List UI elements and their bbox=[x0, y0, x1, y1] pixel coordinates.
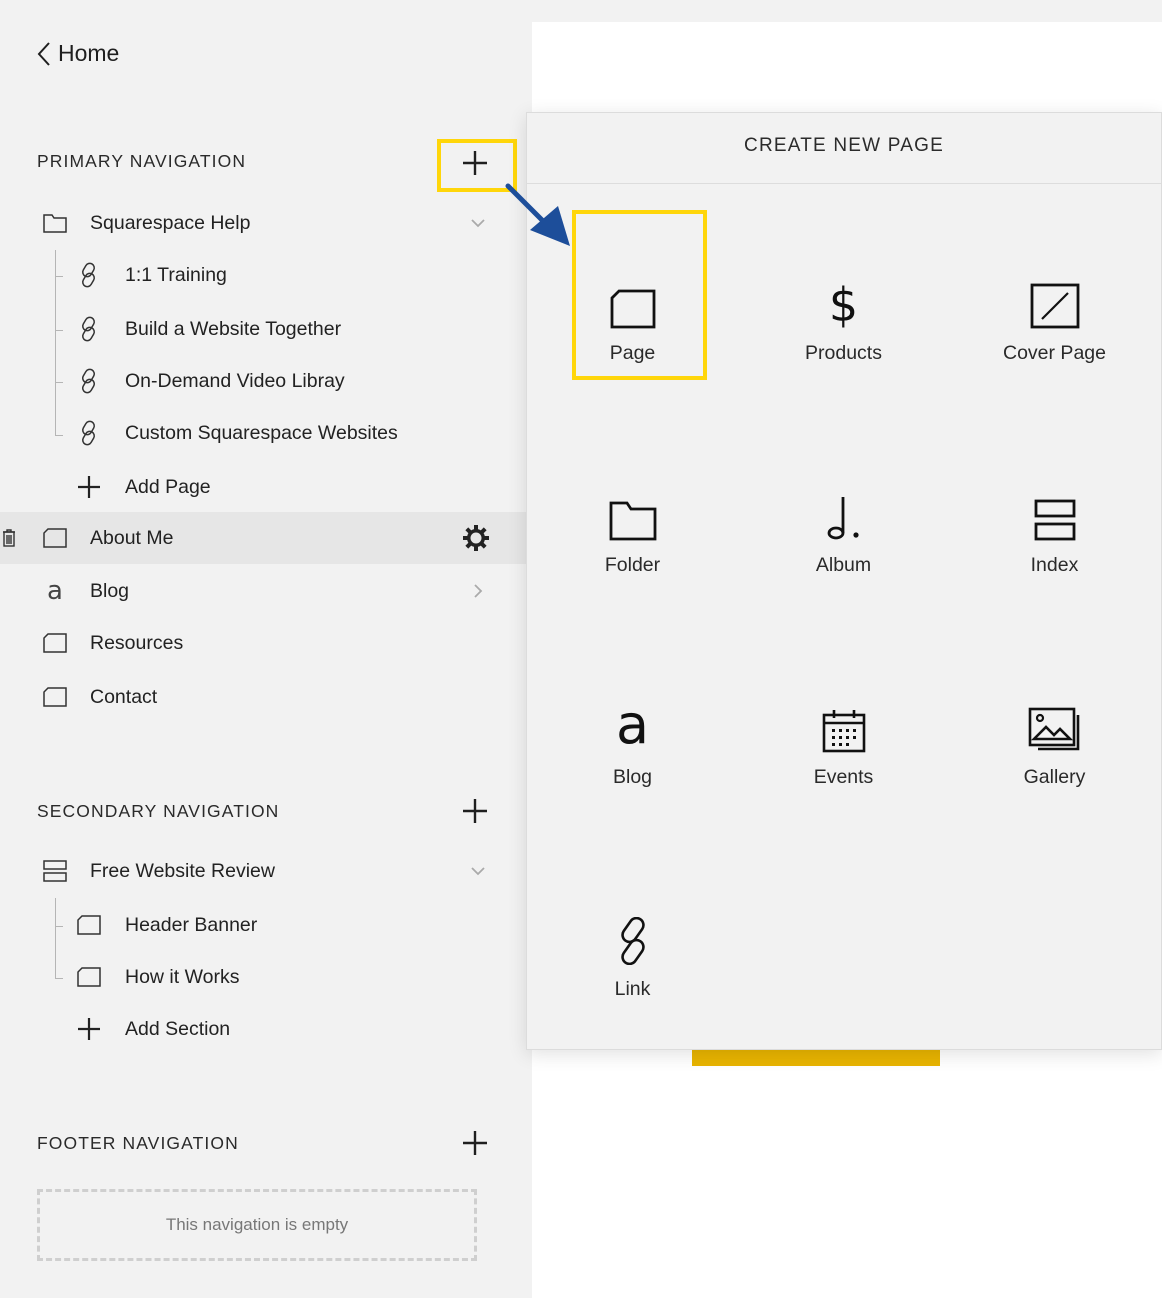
plus-icon bbox=[463, 1131, 487, 1155]
nav-item-label: Contact bbox=[90, 685, 158, 708]
option-label: Folder bbox=[604, 554, 661, 576]
add-section-button[interactable]: Add Section bbox=[0, 1003, 526, 1055]
page-icon bbox=[76, 964, 102, 990]
nav-item-index[interactable]: Free Website Review bbox=[0, 845, 526, 897]
option-label: Link bbox=[614, 978, 651, 1000]
option-label: Blog bbox=[612, 766, 653, 788]
create-link-option[interactable]: Link bbox=[527, 845, 738, 1057]
nav-item-label: Build a Website Together bbox=[125, 317, 342, 340]
nav-item-page[interactable]: Resources bbox=[0, 617, 526, 669]
music-note-icon bbox=[738, 421, 949, 541]
annotation-arrow-icon bbox=[505, 183, 570, 246]
nav-item-section[interactable]: How it Works bbox=[0, 951, 526, 1003]
page-option-highlight-box bbox=[572, 210, 707, 380]
add-page-label: Add Page bbox=[125, 475, 211, 498]
option-label: Album bbox=[815, 554, 872, 576]
create-album-option[interactable]: Album bbox=[738, 421, 949, 633]
nav-item-section[interactable]: Header Banner bbox=[0, 899, 526, 951]
nav-item-link[interactable]: On-Demand Video Libray bbox=[0, 355, 526, 407]
page-icon bbox=[76, 912, 102, 938]
link-icon bbox=[76, 262, 102, 288]
nav-item-label: Free Website Review bbox=[90, 859, 275, 882]
nav-item-page[interactable]: Contact bbox=[0, 671, 526, 723]
nav-item-label: About Me bbox=[90, 526, 174, 549]
secondary-navigation-title: SECONDARY NAVIGATION bbox=[37, 801, 280, 821]
link-icon bbox=[76, 316, 102, 342]
add-secondary-page-button[interactable] bbox=[459, 795, 491, 827]
pages-sidebar: Home PRIMARY NAVIGATION Squarespace Help… bbox=[0, 0, 532, 1298]
option-label: Cover Page bbox=[1003, 342, 1106, 364]
page-icon bbox=[42, 525, 68, 551]
panel-title: CREATE NEW PAGE bbox=[744, 135, 944, 156]
dollar-icon: $ bbox=[828, 278, 859, 332]
nav-item-blog[interactable]: a Blog bbox=[0, 565, 526, 617]
nav-item-folder[interactable]: Squarespace Help bbox=[0, 197, 526, 249]
option-label: Products bbox=[805, 342, 882, 364]
nav-item-link[interactable]: Build a Website Together bbox=[0, 303, 526, 355]
plus-icon bbox=[76, 1016, 102, 1042]
blog-icon: a bbox=[47, 576, 63, 606]
chevron-right-icon[interactable] bbox=[470, 583, 486, 599]
back-home-link[interactable]: Home bbox=[36, 40, 119, 67]
index-icon bbox=[949, 421, 1160, 541]
chevron-down-icon[interactable] bbox=[470, 863, 486, 879]
panel-divider bbox=[527, 183, 1161, 184]
nav-item-label: On-Demand Video Libray bbox=[125, 369, 345, 392]
back-home-label: Home bbox=[58, 40, 120, 66]
nav-item-label: Squarespace Help bbox=[90, 211, 251, 234]
add-page-button[interactable]: Add Page bbox=[0, 461, 526, 513]
empty-navigation-text: This navigation is empty bbox=[165, 1215, 349, 1234]
add-section-label: Add Section bbox=[125, 1017, 231, 1040]
gear-icon[interactable] bbox=[463, 525, 489, 551]
create-index-option[interactable]: Index bbox=[949, 421, 1160, 633]
link-icon bbox=[527, 845, 738, 965]
blog-icon: a bbox=[615, 693, 650, 756]
primary-navigation-title: PRIMARY NAVIGATION bbox=[37, 151, 247, 171]
link-icon bbox=[76, 420, 102, 446]
calendar-icon bbox=[738, 633, 949, 753]
footer-navigation-title: FOOTER NAVIGATION bbox=[37, 1133, 239, 1153]
nav-item-link[interactable]: 1:1 Training bbox=[0, 249, 526, 301]
add-footer-page-button[interactable] bbox=[459, 1127, 491, 1159]
cover-page-icon bbox=[949, 209, 1160, 329]
nav-item-link[interactable]: Custom Squarespace Websites bbox=[0, 407, 526, 459]
nav-item-label: Header Banner bbox=[125, 913, 258, 936]
nav-item-page-active[interactable]: About Me bbox=[0, 512, 526, 564]
nav-item-label: Resources bbox=[90, 631, 184, 654]
gallery-icon bbox=[949, 633, 1160, 753]
trash-icon[interactable] bbox=[0, 525, 18, 551]
index-icon bbox=[42, 858, 68, 884]
create-gallery-option[interactable]: Gallery bbox=[949, 633, 1160, 845]
folder-icon bbox=[42, 210, 68, 236]
create-folder-option[interactable]: Folder bbox=[527, 421, 738, 633]
link-icon bbox=[76, 368, 102, 394]
folder-icon bbox=[527, 421, 738, 541]
create-cover-page-option[interactable]: Cover Page bbox=[949, 209, 1160, 421]
empty-navigation-dropzone: This navigation is empty bbox=[37, 1189, 477, 1261]
create-blog-option[interactable]: a Blog bbox=[527, 633, 738, 845]
option-label: Index bbox=[1030, 554, 1079, 576]
chevron-down-icon[interactable] bbox=[470, 215, 486, 231]
plus-icon bbox=[76, 474, 102, 500]
nav-item-label: Custom Squarespace Websites bbox=[125, 421, 398, 444]
plus-icon bbox=[463, 799, 487, 823]
nav-item-label: How it Works bbox=[125, 965, 240, 988]
chevron-left-icon bbox=[37, 41, 50, 66]
create-products-option[interactable]: $ Products bbox=[738, 209, 949, 421]
option-label: Gallery bbox=[1023, 766, 1086, 788]
page-icon bbox=[42, 684, 68, 710]
nav-item-label: Blog bbox=[90, 579, 130, 602]
page-icon bbox=[42, 630, 68, 656]
create-events-option[interactable]: Events bbox=[738, 633, 949, 845]
option-label: Events bbox=[813, 766, 874, 788]
nav-item-label: 1:1 Training bbox=[125, 263, 227, 286]
